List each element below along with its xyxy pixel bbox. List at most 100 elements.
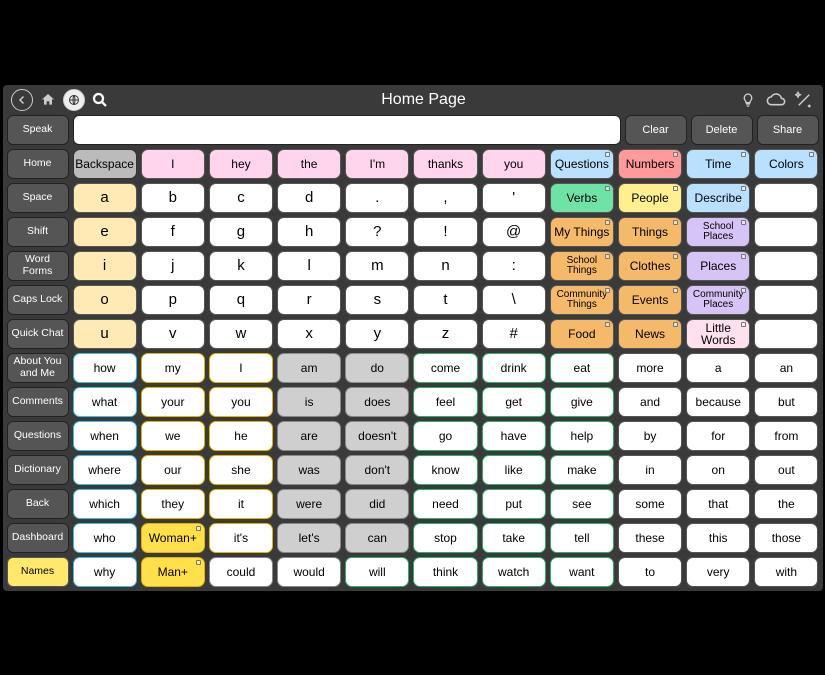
home-icon[interactable] (37, 89, 59, 111)
cell[interactable]: f (141, 217, 205, 247)
cell[interactable]: u (73, 319, 137, 349)
cell[interactable]: am (277, 353, 341, 383)
cell[interactable]: the (754, 489, 818, 519)
cell[interactable]: with (754, 557, 818, 587)
cell[interactable]: because (686, 387, 750, 417)
cell[interactable]: an (754, 353, 818, 383)
cell[interactable]: c (209, 183, 273, 213)
cell[interactable]: is (277, 387, 341, 417)
cell[interactable]: People (618, 183, 682, 213)
cell[interactable]: Backspace (73, 149, 137, 179)
cell[interactable]: eat (550, 353, 614, 383)
cell[interactable]: # (482, 319, 546, 349)
cell[interactable]: it (209, 489, 273, 519)
cell[interactable]: are (277, 421, 341, 451)
cell[interactable]: give (550, 387, 614, 417)
cell[interactable]: that (686, 489, 750, 519)
cell[interactable]: out (754, 455, 818, 485)
cell[interactable]: this (686, 523, 750, 553)
side-space[interactable]: Space (7, 183, 69, 213)
cell[interactable]: e (73, 217, 137, 247)
cell[interactable]: it's (209, 523, 273, 553)
cell[interactable]: j (141, 251, 205, 281)
cell[interactable]: don't (345, 455, 409, 485)
cell[interactable]: our (141, 455, 205, 485)
cell[interactable]: get (482, 387, 546, 417)
cell[interactable]: d (277, 183, 341, 213)
cell[interactable]: we (141, 421, 205, 451)
cloud-icon[interactable] (765, 89, 787, 111)
cell[interactable]: watch (482, 557, 546, 587)
cell[interactable]: for (686, 421, 750, 451)
cell[interactable]: when (73, 421, 137, 451)
cell[interactable]: were (277, 489, 341, 519)
cell[interactable]: w (209, 319, 273, 349)
cell[interactable]: Little Words (686, 319, 750, 349)
cell[interactable]: you (209, 387, 273, 417)
side-back[interactable]: Back (7, 489, 69, 519)
cell[interactable]: tell (550, 523, 614, 553)
cell[interactable]: @ (482, 217, 546, 247)
cell[interactable]: ? (345, 217, 409, 247)
cell[interactable]: I (141, 149, 205, 179)
cell[interactable]: have (482, 421, 546, 451)
cell[interactable]: does (345, 387, 409, 417)
cell[interactable]: could (209, 557, 273, 587)
cell[interactable]: they (141, 489, 205, 519)
cell[interactable]: very (686, 557, 750, 587)
side-dashboard[interactable]: Dashboard (7, 523, 69, 553)
cell[interactable]: q (209, 285, 273, 315)
cell[interactable]: help (550, 421, 614, 451)
cell[interactable]: Places (686, 251, 750, 281)
side-about-you-and-me[interactable]: About You and Me (7, 353, 69, 383)
cell[interactable]: put (482, 489, 546, 519)
cell[interactable]: who (73, 523, 137, 553)
side-dictionary[interactable]: Dictionary (7, 455, 69, 485)
cell[interactable]: Verbs (550, 183, 614, 213)
cell[interactable] (754, 319, 818, 349)
cell[interactable]: Describe (686, 183, 750, 213)
share-button[interactable]: Share (757, 115, 819, 145)
lightbulb-icon[interactable] (737, 89, 759, 111)
cell[interactable]: i (73, 251, 137, 281)
cell[interactable]: my (141, 353, 205, 383)
cell[interactable]: and (618, 387, 682, 417)
cell[interactable]: how (73, 353, 137, 383)
cell[interactable]: like (482, 455, 546, 485)
cell[interactable]: what (73, 387, 137, 417)
cell[interactable]: Numbers (618, 149, 682, 179)
message-input[interactable] (73, 115, 621, 145)
globe-icon[interactable] (63, 89, 85, 111)
magic-wand-icon[interactable] (793, 89, 815, 111)
cell[interactable]: Time (686, 149, 750, 179)
cell[interactable]: was (277, 455, 341, 485)
cell[interactable]: need (413, 489, 477, 519)
cell[interactable]: ! (413, 217, 477, 247)
cell[interactable]: s (345, 285, 409, 315)
side-word-forms[interactable]: Word Forms (7, 251, 69, 281)
cell[interactable]: My Things (550, 217, 614, 247)
side-questions[interactable]: Questions (7, 421, 69, 451)
cell[interactable]: think (413, 557, 477, 587)
cell[interactable]: \ (482, 285, 546, 315)
cell[interactable]: ' (482, 183, 546, 213)
cell[interactable] (754, 285, 818, 315)
cell[interactable]: you (482, 149, 546, 179)
cell[interactable]: m (345, 251, 409, 281)
cell[interactable]: y (345, 319, 409, 349)
cell[interactable]: v (141, 319, 205, 349)
cell[interactable]: on (686, 455, 750, 485)
cell[interactable]: those (754, 523, 818, 553)
cell[interactable]: t (413, 285, 477, 315)
cell[interactable]: : (482, 251, 546, 281)
cell[interactable]: she (209, 455, 273, 485)
cell[interactable]: let's (277, 523, 341, 553)
side-quick-chat[interactable]: Quick Chat (7, 319, 69, 349)
cell[interactable]: . (345, 183, 409, 213)
cell[interactable]: would (277, 557, 341, 587)
cell[interactable]: doesn't (345, 421, 409, 451)
cell[interactable]: stop (413, 523, 477, 553)
cell[interactable]: these (618, 523, 682, 553)
cell[interactable]: see (550, 489, 614, 519)
cell[interactable]: , (413, 183, 477, 213)
